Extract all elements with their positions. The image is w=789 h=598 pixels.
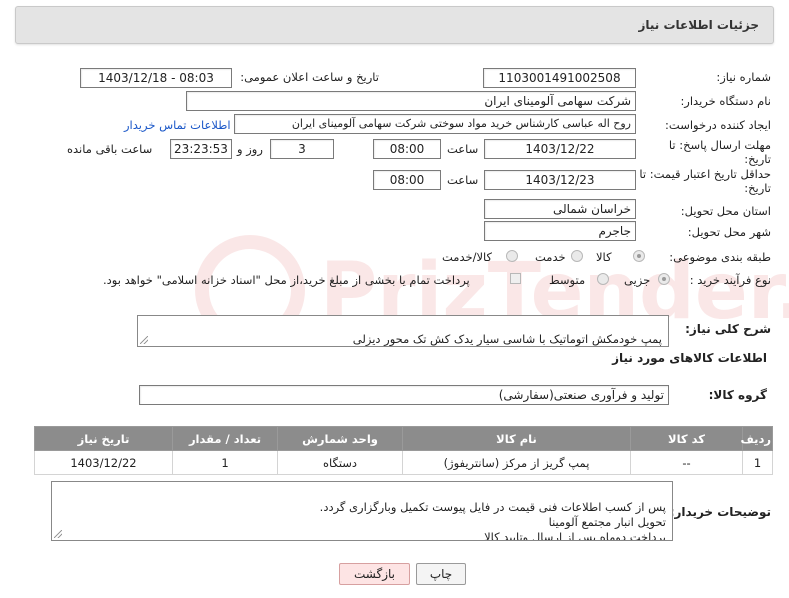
process-radio-medium[interactable] [597,273,609,285]
cell-item-name: پمپ گریز از مرکز (سانتریفوژ) [402,450,631,475]
requester-label: ایجاد کننده درخواست: [665,118,771,132]
province-label: استان محل تحویل: [680,204,771,218]
category-option-service: خدمت [535,250,566,264]
reply-date-field[interactable]: 1403/12/22 [484,139,636,159]
items-table: ردیف کد کالا نام کالا واحد شمارش تعداد /… [34,426,773,475]
process-option-minor: جزیی [624,273,651,287]
col-header-row-number: ردیف [740,426,773,451]
category-option-goods: کالا [596,250,612,264]
validity-time-label: ساعت [447,173,479,187]
buyer-contact-link[interactable]: اطلاعات تماس خریدار [124,118,231,132]
cell-unit: دستگاه [277,450,403,475]
buyer-org-label: نام دستگاه خریدار: [680,94,771,108]
treasury-payment-checkbox[interactable] [510,273,521,284]
page-header: جزئیات اطلاعات نیاز [15,6,774,44]
back-button[interactable]: بازگشت [339,563,410,585]
buyer-notes-text: پس از کسب اطلاعات فنی قیمت در فایل پیوست… [319,500,666,541]
col-header-need-date: تاریخ نیاز [34,426,173,451]
reply-deadline-date-label: تاریخ: [744,152,771,166]
category-radio-goods-service[interactable] [506,250,518,262]
cell-row-number: 1 [742,450,773,475]
need-number-field[interactable]: 1103001491002508 [483,68,636,88]
price-validity-label: حداقل تاریخ اعتبار قیمت: تا [639,167,771,181]
city-field[interactable]: جاجرم [484,221,636,241]
category-radio-goods[interactable] [633,250,645,262]
goods-group-label: گروه کالا: [708,388,767,402]
col-header-unit: واحد شمارش [277,426,403,451]
col-header-quantity: تعداد / مقدار [172,426,278,451]
resize-grip-icon[interactable] [54,530,62,538]
table-row[interactable]: 1 -- پمپ گریز از مرکز (سانتریفوژ) دستگاه… [34,450,773,475]
announce-date-label: تاریخ و ساعت اعلان عمومی: [240,70,379,84]
cell-need-date: 1403/12/22 [34,450,173,475]
category-label: طبقه بندی موضوعی: [669,250,771,264]
remaining-time-label: ساعت باقی مانده [67,142,153,156]
reply-time-field[interactable]: 08:00 [373,139,441,159]
process-radio-minor[interactable] [658,273,670,285]
category-radio-service[interactable] [571,250,583,262]
validity-date-field[interactable]: 1403/12/23 [484,170,636,190]
days-and-label: روز و [237,142,263,156]
resize-grip-icon[interactable] [140,336,148,344]
cell-item-code: -- [630,450,743,475]
remaining-days-field[interactable]: 3 [270,139,334,159]
price-validity-date-label: تاریخ: [744,181,771,195]
countdown-field[interactable]: 23:23:53 [170,139,232,159]
buyer-org-field[interactable]: شرکت سهامی آلومینای ایران [186,91,636,111]
category-option-goods-service: کالا/خدمت [442,250,493,264]
process-type-label: نوع فرآیند خرید : [689,273,771,287]
announce-date-field[interactable]: 1403/12/18 - 08:03 [80,68,232,88]
goods-group-field[interactable]: تولید و فرآوری صنعتی(سفارشی) [139,385,669,405]
process-option-medium: متوسط [549,273,586,287]
items-table-wrapper: ردیف کد کالا نام کالا واحد شمارش تعداد /… [34,426,773,475]
reply-time-label: ساعت [447,142,479,156]
reply-deadline-label: مهلت ارسال پاسخ: تا [668,138,771,152]
cell-quantity: 1 [172,450,278,475]
requester-field[interactable]: روح اله عباسی کارشناس خرید مواد سوختی شر… [234,114,636,134]
buyer-notes-label: توضیحات خریدار: [669,505,771,519]
validity-time-field[interactable]: 08:00 [373,170,441,190]
col-header-item-code: کد کالا [630,426,743,451]
page-title: جزئیات اطلاعات نیاز [638,18,759,32]
goods-info-title: اطلاعات کالاهای مورد نیاز [612,351,767,365]
description-text: پمپ خودمکش اتوماتیک با شاسی سیار یدک کش … [352,332,662,346]
description-label: شرح کلی نیاز: [685,322,771,336]
buyer-notes-textarea[interactable]: پس از کسب اطلاعات فنی قیمت در فایل پیوست… [51,481,673,541]
description-textarea[interactable]: پمپ خودمکش اتوماتیک با شاسی سیار یدک کش … [137,315,669,347]
city-label: شهر محل تحویل: [687,225,771,239]
print-button[interactable]: چاپ [416,563,466,585]
table-header-row: ردیف کد کالا نام کالا واحد شمارش تعداد /… [34,426,773,451]
col-header-item-name: نام کالا [402,426,631,451]
province-field[interactable]: خراسان شمالی [484,199,636,219]
treasury-payment-note: پرداخت تمام یا بخشی از مبلغ خرید،از محل … [103,273,470,287]
need-number-label: شماره نیاز: [716,70,771,84]
